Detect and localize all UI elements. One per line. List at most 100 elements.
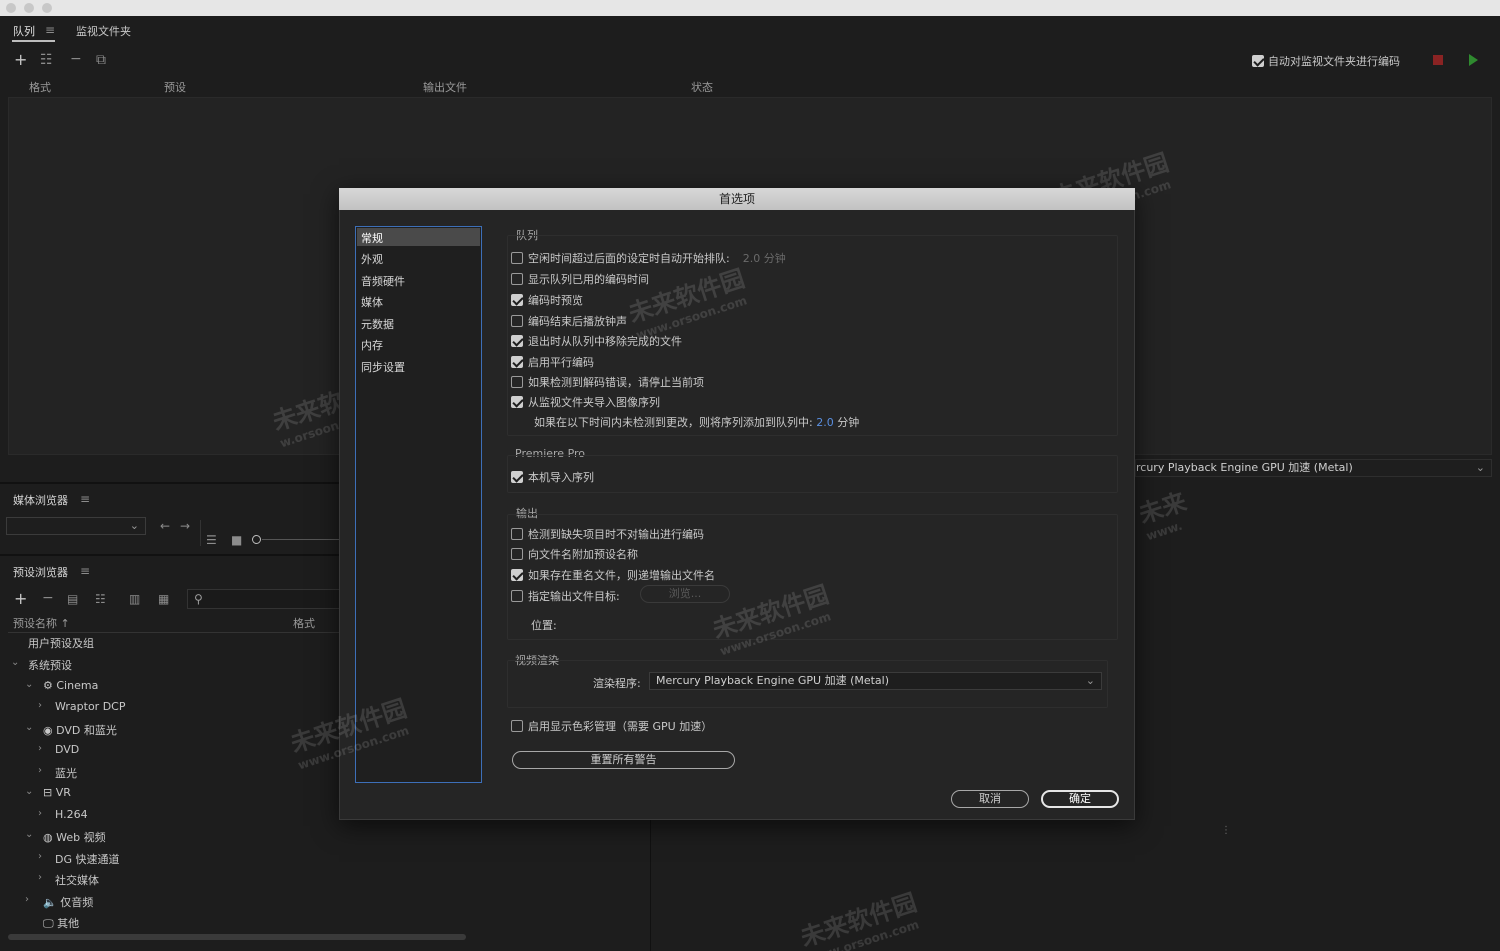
chevron-right-icon[interactable]: › [38,765,42,776]
zoom-slider-handle[interactable] [252,535,261,544]
option-show-elapsed-time[interactable]: 显示队列已用的编码时间 [511,271,649,287]
reset-warnings-button[interactable]: 重置所有警告 [512,751,735,769]
import-preset-icon[interactable]: ▥ [129,592,140,606]
chevron-right-icon[interactable]: › [38,700,42,711]
tree-vr[interactable]: ⊟ VR [43,786,71,799]
checkbox[interactable] [511,548,523,560]
tree-h264[interactable]: H.264 [55,808,88,821]
option-append-preset-name[interactable]: 向文件名附加预设名称 [511,546,638,562]
checkbox[interactable] [511,273,523,285]
column-preset-name[interactable]: 预设名称 ↑ [13,615,70,631]
column-preset-format[interactable]: 格式 [293,615,315,631]
renderer-dropdown[interactable]: Mercury Playback Engine GPU 加速 (Metal) ⌄ [649,672,1102,690]
new-group-icon[interactable]: ▤ [67,592,78,606]
forward-icon[interactable]: → [180,519,190,533]
panel-menu-icon[interactable]: ≡ [80,564,90,578]
checkbox[interactable] [511,471,523,483]
checkbox[interactable] [511,376,523,388]
chevron-right-icon[interactable]: › [38,872,42,883]
option-import-image-sequences[interactable]: 从监视文件夹导入图像序列 [511,394,660,410]
sidebar-item-media[interactable]: 媒体 [361,294,383,310]
checkbox[interactable] [511,396,523,408]
checkbox[interactable] [511,720,523,732]
option-preview-while-encoding[interactable]: 编码时预览 [511,292,583,308]
zoom-window-button[interactable] [42,3,52,13]
tab-queue[interactable]: 队列 [13,23,35,39]
remove-icon[interactable]: − [70,52,82,66]
chevron-right-icon[interactable]: › [25,894,29,905]
tree-user-presets[interactable]: 用户预设及组 [28,635,94,651]
chevron-down-icon[interactable]: ⌄ [25,679,33,690]
tree-dvd[interactable]: DVD [55,743,79,756]
tree-web-video[interactable]: ◍ Web 视频 [43,829,106,845]
option-play-chime[interactable]: 编码结束后播放钟声 [511,313,627,329]
option-specify-output-destination[interactable]: 指定输出文件目标: [511,588,620,604]
resize-handle-icon[interactable]: ⋮ [1221,825,1231,836]
checkbox[interactable] [511,252,523,264]
column-status[interactable]: 状态 [691,79,713,95]
chevron-right-icon[interactable]: › [38,851,42,862]
start-queue-icon[interactable] [1469,54,1478,66]
auto-encode-option[interactable]: 自动对监视文件夹进行编码 [1252,53,1400,69]
stop-queue-icon[interactable] [1433,55,1443,65]
media-location-select[interactable]: ⌄ [6,517,146,535]
ok-button[interactable]: 确定 [1041,790,1119,808]
tree-cinema[interactable]: ⚙ Cinema [43,679,98,692]
list-view-icon[interactable]: ☰ [206,533,217,547]
tree-wraptor-dcp[interactable]: Wraptor DCP [55,700,125,713]
renderer-select[interactable]: rcury Playback Engine GPU 加速 (Metal) ⌄ [1135,459,1492,477]
preset-search-input[interactable]: ⚲ [187,589,340,609]
export-preset-icon[interactable]: ▦ [158,592,169,606]
tree-social-media[interactable]: 社交媒体 [55,872,99,888]
add-source-icon[interactable]: + [14,52,27,68]
option-display-color-management[interactable]: 启用显示色彩管理（需要 GPU 加速） [511,718,712,734]
checkbox[interactable] [511,569,523,581]
panel-menu-icon[interactable]: ≡ [45,23,55,37]
option-increment-filename[interactable]: 如果存在重名文件，则递增输出文件名 [511,567,715,583]
checkbox[interactable] [511,294,523,306]
preset-settings-icon[interactable]: ☷ [95,592,106,606]
chevron-down-icon[interactable]: ⌄ [25,829,33,840]
add-preset-icon[interactable]: + [14,591,27,607]
cancel-button[interactable]: 取消 [951,790,1029,808]
horizontal-scrollbar[interactable] [8,934,466,940]
chevron-right-icon[interactable]: › [38,808,42,819]
chevron-down-icon[interactable]: ⌄ [25,786,33,797]
checkbox[interactable] [511,590,523,602]
option-native-import-sequences[interactable]: 本机导入序列 [511,469,594,485]
browse-button[interactable]: 浏览... [640,585,730,603]
chevron-down-icon[interactable]: ⌄ [11,657,19,668]
checkbox[interactable] [511,315,523,327]
auto-encode-checkbox[interactable] [1252,55,1264,67]
duplicate-icon[interactable]: ⧉ [96,53,106,67]
tree-dvd-bluray[interactable]: ◉ DVD 和蓝光 [43,722,117,738]
preset-settings-icon[interactable]: ☷ [40,53,53,67]
tree-dg-fast-channel[interactable]: DG 快速通道 [55,851,120,867]
tree-system-presets[interactable]: 系统预设 [28,657,72,673]
tree-audio-only[interactable]: 🔈 仅音频 [43,894,93,910]
close-window-button[interactable] [6,3,16,13]
option-stop-on-decode-error[interactable]: 如果检测到解码错误，请停止当前项 [511,374,704,390]
remove-preset-icon[interactable]: − [42,591,54,605]
sidebar-item-general[interactable]: 常规 [361,230,383,246]
chevron-down-icon[interactable]: ⌄ [25,722,33,733]
tree-bluray[interactable]: 蓝光 [55,765,77,781]
panel-menu-icon[interactable]: ≡ [80,492,90,506]
back-icon[interactable]: ← [160,519,170,533]
sidebar-item-appearance[interactable]: 外观 [361,251,383,267]
tree-other[interactable]: 🖵 其他 [43,915,79,931]
sidebar-item-audio-hardware[interactable]: 音频硬件 [361,273,405,289]
sidebar-item-memory[interactable]: 内存 [361,337,383,353]
sidebar-item-sync-settings[interactable]: 同步设置 [361,359,405,375]
column-format[interactable]: 格式 [29,79,51,95]
checkbox[interactable] [511,528,523,540]
column-preset[interactable]: 预设 [164,79,186,95]
sequence-wait-value[interactable]: 2.0 [816,416,834,429]
option-skip-missing-items[interactable]: 检测到缺失项目时不对输出进行编码 [511,526,704,542]
thumbnail-view-icon[interactable]: ■ [231,533,242,547]
chevron-right-icon[interactable]: › [38,743,42,754]
zoom-slider-track[interactable] [262,539,340,540]
checkbox[interactable] [511,335,523,347]
minimize-window-button[interactable] [24,3,34,13]
checkbox[interactable] [511,356,523,368]
